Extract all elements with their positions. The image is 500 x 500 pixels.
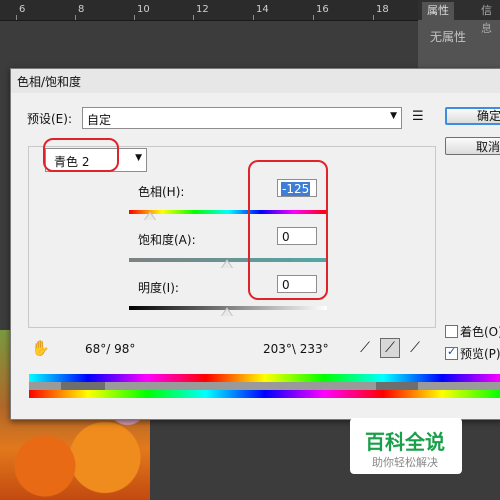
ruler-label: 6 <box>19 4 26 15</box>
preset-label: 预设(E): <box>27 112 72 126</box>
hue-slider-thumb[interactable] <box>144 211 156 220</box>
lightness-label: 明度(I): <box>138 281 179 295</box>
saturation-label: 饱和度(A): <box>138 233 196 247</box>
range-segment[interactable] <box>61 382 105 390</box>
eyedropper-icon[interactable]: ⟋ <box>356 339 374 357</box>
dialog-titlebar[interactable]: 色相/饱和度 <box>11 69 500 93</box>
colorize-label: 着色(O) <box>460 325 500 339</box>
no-properties-text: 无属性 <box>430 30 467 44</box>
ruler-label: 16 <box>316 4 329 15</box>
range-right-readout: 203°\ 233° <box>263 342 329 356</box>
preview-checkbox[interactable] <box>445 345 458 360</box>
cancel-button[interactable]: 取消 <box>445 137 500 155</box>
annotation-circle <box>248 160 328 300</box>
hue-label: 色相(H): <box>138 185 185 199</box>
dialog-title: 色相/饱和度 <box>17 75 82 89</box>
hand-adjust-icon[interactable]: ✋ <box>31 339 50 357</box>
lightness-slider-thumb[interactable] <box>221 307 233 316</box>
watermark-title: 百科全说 <box>365 430 445 454</box>
input-color-bar <box>29 374 500 382</box>
hue-saturation-dialog: 色相/饱和度 预设(E): 自定 ▼ ☰ 确定 取消 青色 2 ▼ 色相(H):… <box>10 68 500 420</box>
panel-tabs: 属性 信息 <box>418 0 500 35</box>
range-segment[interactable] <box>376 382 418 390</box>
preset-select[interactable]: 自定 ▼ <box>82 107 402 129</box>
properties-panel: 属性 信息 无属性 <box>418 0 500 68</box>
preset-value: 自定 <box>87 113 112 127</box>
colorize-checkbox[interactable] <box>445 325 458 338</box>
range-left-readout: 68°/ 98° <box>85 342 136 356</box>
ruler-label: 10 <box>137 4 150 15</box>
annotation-circle <box>43 138 119 172</box>
ruler-label: 12 <box>196 4 209 15</box>
watermark-subtitle: 助你轻松解决 <box>372 456 438 469</box>
eyedropper-plus-icon[interactable]: ⟋ <box>380 338 400 358</box>
ruler-label: 18 <box>376 4 389 15</box>
tab-info[interactable]: 信息 <box>476 2 500 35</box>
eyedropper-minus-icon[interactable]: ⟋ <box>406 339 424 357</box>
preview-label: 预览(P) <box>460 347 500 361</box>
output-color-bar <box>29 390 500 398</box>
ok-button[interactable]: 确定 <box>445 107 500 125</box>
ruler-label: 8 <box>78 4 85 15</box>
tab-properties[interactable]: 属性 <box>422 2 454 20</box>
chevron-down-icon: ▼ <box>390 111 397 121</box>
adjustment-group <box>28 146 436 328</box>
horizontal-ruler: 6 8 10 12 14 16 18 <box>0 0 418 21</box>
saturation-slider-thumb[interactable] <box>221 259 233 268</box>
chevron-down-icon: ▼ <box>135 153 142 163</box>
preset-options-icon[interactable]: ☰ <box>412 109 424 124</box>
ruler-label: 14 <box>256 4 269 15</box>
watermark-logo: 百科全说 助你轻松解决 <box>350 418 462 474</box>
